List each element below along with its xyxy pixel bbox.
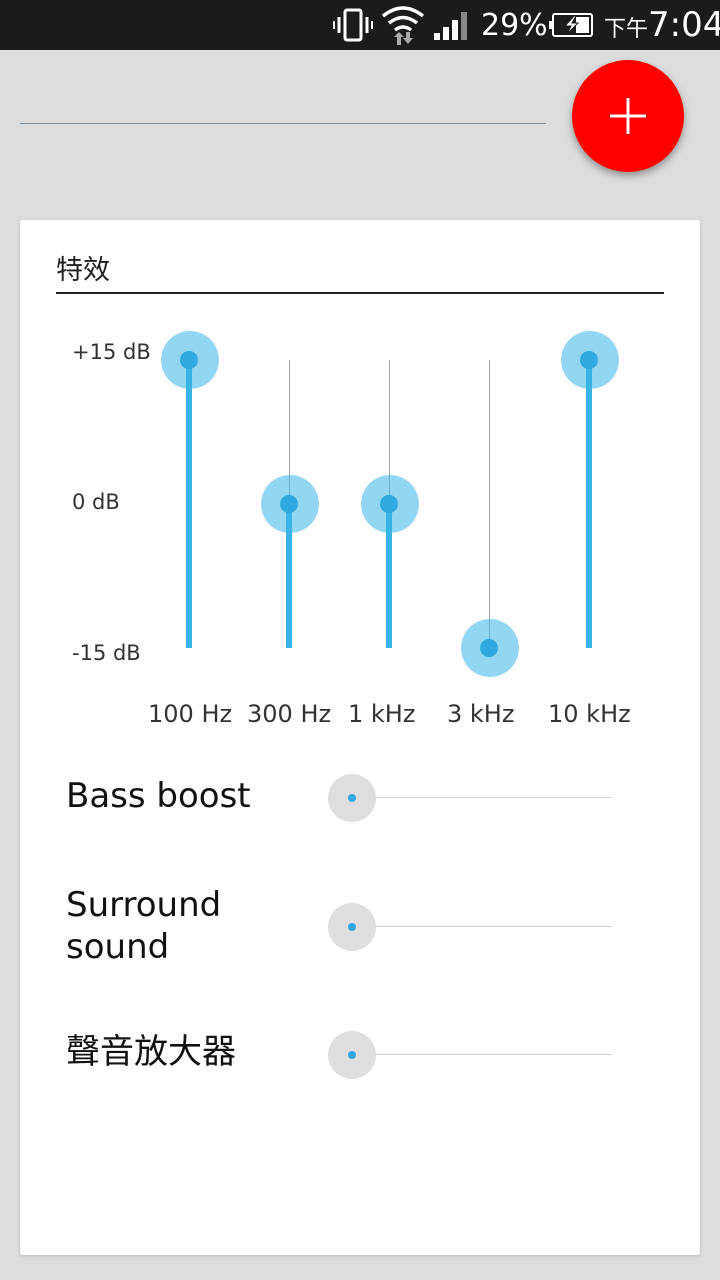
eq-band-thumb[interactable]	[580, 351, 598, 369]
wifi-icon	[380, 0, 426, 50]
plus-icon	[610, 98, 646, 134]
effects-card: 特效 +15 dB 0 dB -15 dB 100 Hz 300 Hz 1 kHz 3…	[20, 220, 700, 1255]
title-divider	[56, 292, 664, 294]
eq-band-thumb[interactable]	[480, 639, 498, 657]
eq-band-fill	[186, 360, 192, 648]
add-button[interactable]	[572, 60, 684, 172]
slider-track	[348, 797, 612, 798]
eq-band-fill	[586, 360, 592, 648]
status-bar: 29% 下午 7:04	[0, 0, 720, 50]
vibrate-icon	[333, 0, 373, 50]
bass-boost-slider[interactable]	[328, 773, 612, 823]
eq-band-slider[interactable]	[530, 315, 650, 665]
slider-thumb-dot	[348, 794, 356, 802]
surround-sound-slider[interactable]	[328, 902, 612, 952]
signal-icon	[433, 0, 473, 50]
name-input[interactable]	[20, 123, 546, 124]
eq-band-label: 300 Hz	[247, 700, 332, 728]
eq-band-track	[489, 360, 490, 648]
card-title: 特效	[56, 255, 110, 286]
db-label-mid: 0 dB	[72, 490, 120, 514]
eq-band-label: 100 Hz	[148, 700, 233, 728]
eq-band-thumb[interactable]	[280, 495, 298, 513]
slider-thumb-dot	[348, 923, 356, 931]
eq-band-thumb[interactable]	[180, 351, 198, 369]
effect-label-loudness: 聲音放大器	[66, 1032, 236, 1072]
clock-time: 7:04	[648, 5, 720, 45]
ampm-label: 下午	[604, 17, 649, 42]
slider-thumb-dot	[348, 1051, 356, 1059]
eq-band-label: 3 kHz	[447, 700, 515, 728]
loudness-slider[interactable]	[328, 1030, 612, 1080]
eq-band-thumb[interactable]	[380, 495, 398, 513]
eq-band-label: 10 kHz	[548, 700, 631, 728]
slider-track	[348, 1054, 612, 1055]
battery-charging-icon	[548, 0, 596, 50]
slider-track	[348, 926, 612, 927]
eq-band-label: 1 kHz	[348, 700, 416, 728]
effect-label-bass-boost: Bass boost	[66, 776, 251, 816]
effect-label-surround-sound: Surround sound	[66, 885, 222, 967]
battery-percent: 29%	[481, 7, 548, 43]
